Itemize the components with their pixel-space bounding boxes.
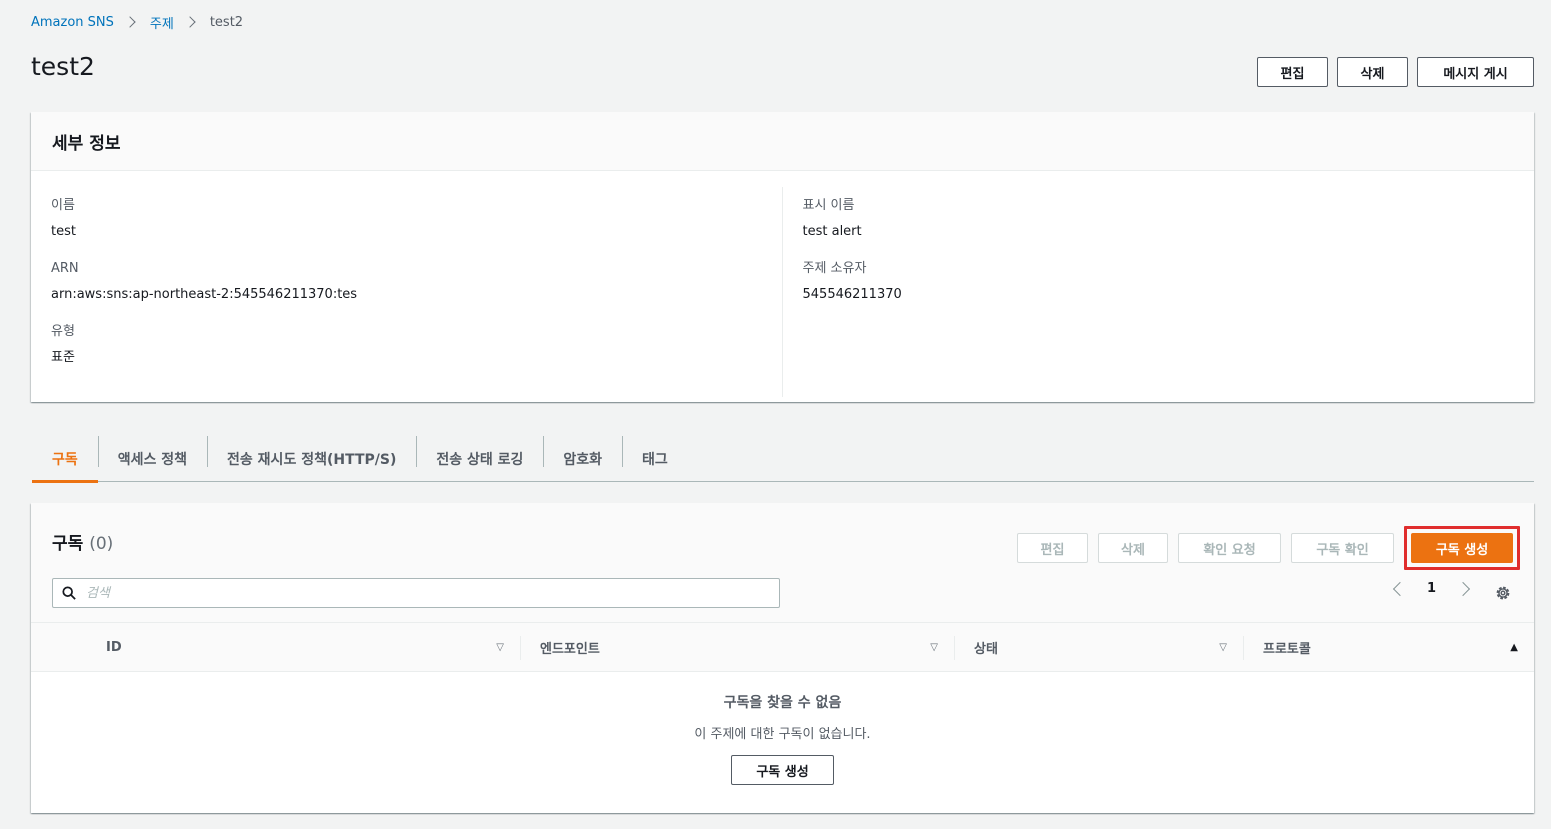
previous-page-icon[interactable] bbox=[1392, 581, 1408, 596]
column-label-status: 상태 bbox=[974, 642, 998, 657]
tab-access-policy[interactable]: 액세스 정책 bbox=[97, 436, 207, 481]
breadcrumb-amazon-sns[interactable]: Amazon SNS bbox=[31, 15, 114, 30]
details-left-column: 이름 test ARN arn:aws:sns:ap-northeast-2:5… bbox=[31, 187, 783, 397]
chevron-right-icon bbox=[124, 16, 136, 28]
sort-up-icon: ▲ bbox=[1510, 642, 1518, 653]
empty-state: 구독을 찾을 수 없음 이 주제에 대한 구독이 없습니다. 구독 생성 bbox=[31, 672, 1534, 785]
tab-delivery-retry-policy[interactable]: 전송 재시도 정책(HTTP/S) bbox=[207, 436, 416, 481]
tab-subscriptions[interactable]: 구독 bbox=[32, 436, 98, 483]
topic-owner-label: 주제 소유자 bbox=[802, 261, 867, 276]
details-header: 세부 정보 bbox=[31, 112, 1534, 171]
details-panel: 세부 정보 이름 test ARN arn:aws:sns:ap-northea… bbox=[31, 112, 1534, 402]
delete-button[interactable]: 삭제 bbox=[1337, 57, 1408, 87]
subscriptions-title: 구독 (0) bbox=[52, 529, 113, 554]
confirm-subscription-button[interactable]: 구독 확인 bbox=[1291, 533, 1394, 563]
subscriptions-panel: 구독 (0) 편집 삭제 확인 요청 구독 확인 구독 생성 1 bbox=[31, 503, 1534, 813]
subscription-delete-button[interactable]: 삭제 bbox=[1098, 533, 1168, 563]
column-header-protocol[interactable]: 프로토콜 ▲ bbox=[1243, 623, 1534, 672]
column-header-id[interactable]: ID ▽ bbox=[86, 623, 520, 672]
tab-tags[interactable]: 태그 bbox=[622, 436, 688, 481]
column-header-status[interactable]: 상태 ▽ bbox=[954, 623, 1243, 672]
display-name-label: 표시 이름 bbox=[802, 198, 855, 213]
tab-delivery-status-logging[interactable]: 전송 상태 로깅 bbox=[416, 436, 543, 481]
breadcrumb: Amazon SNS 주제 test2 bbox=[31, 13, 244, 32]
header-actions: 편집 삭제 메시지 게시 bbox=[1257, 57, 1534, 87]
subscriptions-actions: 편집 삭제 확인 요청 구독 확인 구독 생성 bbox=[1017, 526, 1520, 570]
empty-state-subtitle: 이 주제에 대한 구독이 없습니다. bbox=[694, 727, 871, 742]
arn-value: arn:aws:sns:ap-northeast-2:545546211370:… bbox=[51, 287, 357, 302]
request-confirmation-button[interactable]: 확인 요청 bbox=[1178, 533, 1281, 563]
table-header: ID ▽ 엔드포인트 ▽ 상태 ▽ 프로토콜 ▲ bbox=[31, 623, 1534, 672]
gear-icon[interactable] bbox=[1494, 584, 1512, 602]
empty-state-title: 구독을 찾을 수 없음 bbox=[723, 695, 842, 711]
details-right-column: 표시 이름 test alert 주제 소유자 545546211370 bbox=[783, 187, 1535, 397]
tabs: 구독 액세스 정책 전송 재시도 정책(HTTP/S) 전송 상태 로깅 암호화… bbox=[32, 436, 1534, 483]
search-icon bbox=[62, 586, 76, 600]
arn-label: ARN bbox=[51, 261, 79, 276]
empty-create-subscription-button[interactable]: 구독 생성 bbox=[731, 755, 834, 785]
next-page-icon[interactable] bbox=[1455, 581, 1471, 596]
column-label-endpoint: 엔드포인트 bbox=[540, 642, 600, 657]
subscriptions-title-text: 구독 bbox=[52, 534, 84, 554]
breadcrumb-topics[interactable]: 주제 bbox=[150, 13, 174, 32]
breadcrumb-current: test2 bbox=[209, 14, 244, 30]
topic-owner-value: 545546211370 bbox=[802, 287, 902, 302]
sort-down-icon: ▽ bbox=[1219, 642, 1227, 653]
search-box bbox=[52, 578, 780, 608]
details-heading: 세부 정보 bbox=[52, 133, 121, 154]
subscriptions-count: (0) bbox=[89, 534, 114, 554]
sort-down-icon: ▽ bbox=[930, 642, 938, 653]
tab-encryption[interactable]: 암호화 bbox=[543, 436, 622, 481]
sort-down-icon: ▽ bbox=[496, 642, 504, 653]
column-header-endpoint[interactable]: 엔드포인트 ▽ bbox=[520, 623, 954, 672]
display-name-value: test alert bbox=[802, 224, 862, 239]
subscription-edit-button[interactable]: 편집 bbox=[1017, 533, 1088, 563]
chevron-right-icon bbox=[184, 16, 196, 28]
publish-message-button[interactable]: 메시지 게시 bbox=[1417, 57, 1534, 87]
create-subscription-highlight: 구독 생성 bbox=[1404, 526, 1520, 570]
search-input[interactable] bbox=[86, 585, 686, 601]
column-label-id: ID bbox=[106, 640, 122, 655]
name-value: test bbox=[51, 224, 76, 239]
column-label-protocol: 프로토콜 bbox=[1263, 642, 1311, 657]
type-label: 유형 bbox=[51, 324, 75, 339]
current-page-number[interactable]: 1 bbox=[1427, 581, 1436, 596]
name-label: 이름 bbox=[51, 198, 75, 213]
page-title: test2 bbox=[31, 52, 95, 81]
type-value: 표준 bbox=[51, 350, 75, 365]
edit-button[interactable]: 편집 bbox=[1257, 57, 1328, 87]
create-subscription-button[interactable]: 구독 생성 bbox=[1411, 533, 1513, 563]
pagination: 1 bbox=[1392, 581, 1471, 596]
